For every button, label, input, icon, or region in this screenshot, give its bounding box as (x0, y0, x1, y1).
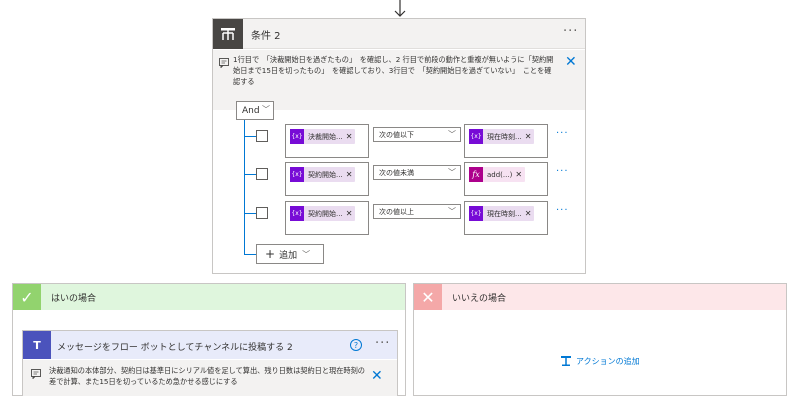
operator-label: 次の値以下 (379, 130, 414, 139)
left-operand-field[interactable]: {x} 契約開始... ✕ (285, 201, 369, 235)
teams-action-comment: 決裁通知の本体部分、契約日は基準日にシリアル値を足して算出、残り日数は契約日と現… (23, 360, 397, 396)
flow-arrow-icon (394, 0, 406, 17)
token-label: 決裁開始... (308, 132, 343, 141)
variable-token[interactable]: {x} 現在時刻... ✕ (469, 206, 535, 221)
variable-token[interactable]: {x} 契約開始... ✕ (290, 167, 356, 182)
no-branch: ✕ いいえの場合 (413, 283, 787, 396)
tree-branch-line (244, 174, 256, 175)
remove-token-icon[interactable]: ✕ (346, 132, 356, 141)
add-condition-button[interactable]: + 追加 ﹀ (256, 244, 324, 264)
yes-branch-label: はいの場合 (51, 293, 97, 304)
variable-token[interactable]: {x} 現在時刻... ✕ (469, 129, 535, 144)
variable-token[interactable]: {x} 決裁開始... ✕ (290, 129, 356, 144)
variable-token[interactable]: {x} 契約開始... ✕ (290, 206, 356, 221)
operator-select[interactable]: 次の値以上 ﹀ (373, 204, 461, 219)
plus-icon: + (265, 247, 276, 261)
row-more-icon[interactable]: ··· (556, 166, 569, 177)
operator-select[interactable]: 次の値以下 ﹀ (373, 127, 461, 142)
chevron-down-icon: ﹀ (448, 207, 456, 216)
variable-icon: {x} (290, 167, 304, 182)
group-operator-label: And (242, 105, 260, 116)
comment-icon (219, 58, 229, 68)
row-checkbox[interactable] (256, 168, 268, 180)
chevron-down-icon: ﹀ (262, 105, 270, 114)
close-comment-icon[interactable]: ✕ (371, 368, 383, 384)
teams-action-card: T メッセージをフロー ボットとしてチャンネルに投稿する 2 ? ··· 決裁通… (22, 330, 398, 396)
yes-branch-header[interactable]: ✓ はいの場合 (13, 284, 405, 310)
operator-select[interactable]: 次の値未満 ﹀ (373, 165, 461, 180)
add-action-label: アクションの追加 (576, 356, 640, 366)
variable-icon: {x} (290, 206, 304, 221)
add-condition-label: 追加 (279, 250, 298, 261)
help-icon[interactable]: ? (350, 339, 362, 351)
right-operand-field[interactable]: {x} 現在時刻... ✕ (464, 124, 548, 158)
token-label: add(...) (487, 170, 513, 179)
expression-icon: fx (469, 167, 483, 182)
row-more-icon[interactable]: ··· (556, 205, 569, 216)
chevron-down-icon: ﹀ (302, 249, 311, 259)
tree-line (244, 120, 245, 255)
operator-label: 次の値未満 (379, 168, 414, 177)
remove-token-icon[interactable]: ✕ (346, 170, 356, 179)
remove-token-icon[interactable]: ✕ (525, 209, 535, 218)
variable-icon: {x} (290, 129, 304, 144)
group-operator-select[interactable]: And ﹀ (236, 101, 274, 120)
row-checkbox[interactable] (256, 207, 268, 219)
tree-branch-line (244, 254, 256, 255)
right-operand-field[interactable]: {x} 現在時刻... ✕ (464, 201, 548, 235)
no-branch-header[interactable]: ✕ いいえの場合 (414, 284, 786, 310)
token-label: 現在時刻... (487, 209, 522, 218)
add-action-icon (561, 356, 571, 366)
token-label: 契約開始... (308, 170, 343, 179)
teams-action-comment-text: 決裁通知の本体部分、契約日は基準日にシリアル値を足して算出、残り日数は契約日と現… (49, 366, 365, 386)
teams-action-header[interactable]: T メッセージをフロー ボットとしてチャンネルに投稿する 2 ? ··· (23, 331, 397, 359)
token-label: 現在時刻... (487, 132, 522, 141)
condition-header[interactable]: 条件 2 ··· (213, 19, 585, 49)
variable-icon: {x} (469, 206, 483, 221)
no-branch-label: いいえの場合 (452, 293, 507, 304)
operator-label: 次の値以上 (379, 207, 414, 216)
remove-token-icon[interactable]: ✕ (515, 170, 525, 179)
row-more-icon[interactable]: ··· (556, 128, 569, 139)
check-icon: ✓ (13, 284, 41, 310)
remove-token-icon[interactable]: ✕ (346, 209, 356, 218)
more-options-icon[interactable]: ··· (563, 24, 578, 39)
chevron-down-icon: ﹀ (448, 130, 456, 139)
tree-branch-line (244, 136, 256, 137)
comment-icon (31, 369, 41, 379)
condition-icon (213, 19, 243, 49)
condition-comment-text: 1行目で 「決裁開始日を過ぎたもの」 を確認し、2 行目で前段の動作と重複が無い… (233, 55, 554, 86)
add-action-button[interactable]: アクションの追加 (560, 355, 640, 367)
token-label: 契約開始... (308, 209, 343, 218)
remove-token-icon[interactable]: ✕ (525, 132, 535, 141)
chevron-down-icon: ﹀ (448, 168, 456, 177)
left-operand-field[interactable]: {x} 決裁開始... ✕ (285, 124, 369, 158)
right-operand-field[interactable]: fx add(...) ✕ (464, 162, 548, 196)
variable-icon: {x} (469, 129, 483, 144)
teams-action-title: メッセージをフロー ボットとしてチャンネルに投稿する 2 (57, 343, 293, 353)
expression-token[interactable]: fx add(...) ✕ (469, 167, 526, 182)
close-icon: ✕ (414, 284, 442, 310)
tree-branch-line (244, 213, 256, 214)
close-comment-icon[interactable]: ✕ (565, 54, 577, 70)
condition-title: 条件 2 (251, 31, 281, 42)
teams-icon: T (23, 331, 51, 359)
more-options-icon[interactable]: ··· (375, 336, 390, 351)
left-operand-field[interactable]: {x} 契約開始... ✕ (285, 162, 369, 196)
row-checkbox[interactable] (256, 130, 268, 142)
